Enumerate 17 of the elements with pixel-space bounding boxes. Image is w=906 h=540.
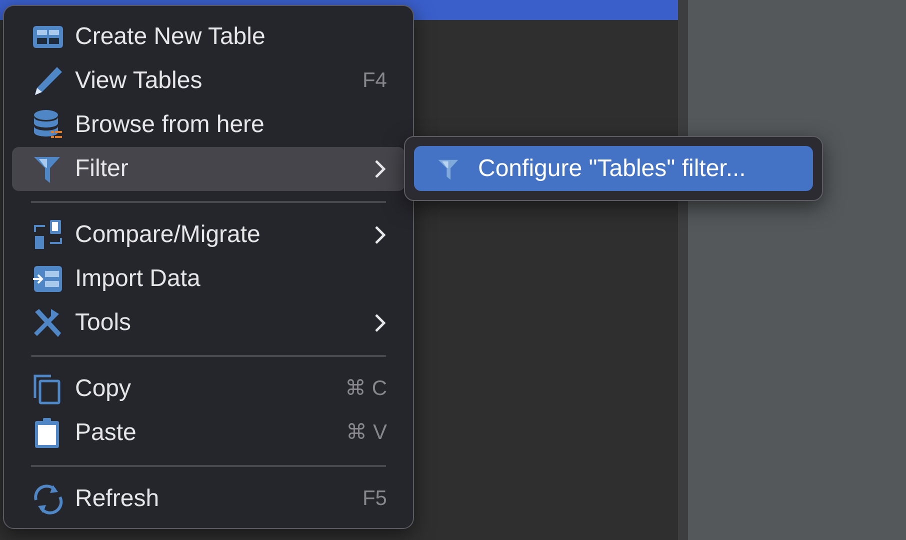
shortcut-label: ⌘ C: [345, 376, 387, 402]
menu-item[interactable]: Browse from here: [12, 103, 405, 147]
menu-item[interactable]: Paste ⌘ V: [12, 411, 405, 455]
shortcut-label: F5: [362, 486, 387, 512]
shortcut-label: ⌘ V: [346, 420, 387, 446]
menu-item[interactable]: Copy ⌘ C: [12, 367, 405, 411]
menu-item[interactable]: Tools: [12, 301, 405, 345]
compare-icon: [31, 218, 65, 252]
shortcut-label: F4: [362, 68, 387, 94]
menu-item[interactable]: Create New Table: [12, 15, 405, 59]
menu-item[interactable]: Import Data: [12, 257, 405, 301]
menu-item[interactable]: View Tables F4: [12, 59, 405, 103]
menu-item[interactable]: Filter: [12, 147, 405, 191]
menu-item[interactable]: Refresh F5: [12, 477, 405, 521]
menu-item[interactable]: Compare/Migrate: [12, 213, 405, 257]
menu-item[interactable]: Configure "Tables" filter...: [414, 146, 813, 191]
refresh-icon: [31, 482, 65, 516]
